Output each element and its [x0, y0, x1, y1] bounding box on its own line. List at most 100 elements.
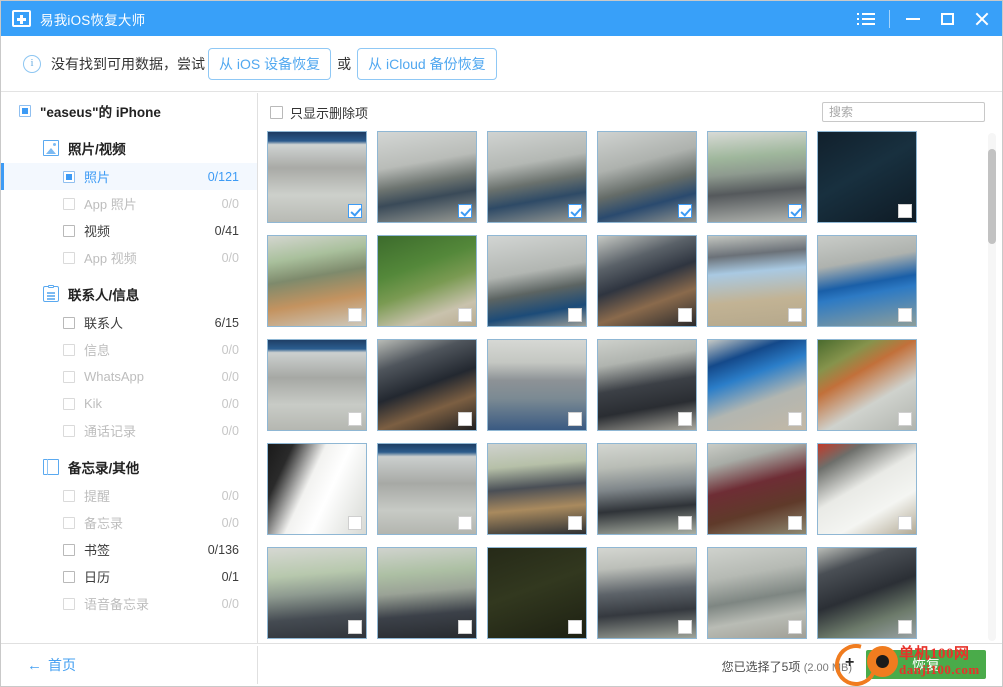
- thumbnail-checkbox[interactable]: [348, 412, 362, 426]
- recover-from-ios-device-button[interactable]: 从 iOS 设备恢复: [208, 47, 332, 80]
- thumbnail-checkbox[interactable]: [568, 412, 582, 426]
- thumbnail-item[interactable]: [707, 339, 807, 431]
- thumbnail-checkbox[interactable]: [458, 308, 472, 322]
- sidebar-group-contacts-messages[interactable]: 联系人/信息: [1, 279, 257, 309]
- item-checkbox[interactable]: [63, 316, 75, 329]
- thumbnail-checkbox[interactable]: [458, 412, 472, 426]
- thumbnail-item[interactable]: [597, 339, 697, 431]
- thumbnail-checkbox[interactable]: [348, 204, 362, 218]
- scrollbar-thumb[interactable]: [988, 149, 996, 244]
- recover-from-icloud-backup-button[interactable]: 从 iCloud 备份恢复: [357, 47, 497, 80]
- thumbnail-item[interactable]: [487, 339, 587, 431]
- thumbnail-checkbox[interactable]: [568, 620, 582, 634]
- sidebar-group-notes-others[interactable]: 备忘录/其他: [1, 452, 257, 482]
- close-button[interactable]: [964, 1, 998, 36]
- vertical-scrollbar[interactable]: [988, 133, 996, 641]
- sidebar-item-app-photos[interactable]: App 照片 0/0: [1, 190, 257, 217]
- thumbnail-checkbox[interactable]: [898, 204, 912, 218]
- device-checkbox[interactable]: [19, 105, 31, 117]
- thumbnail-item[interactable]: [267, 547, 367, 639]
- sidebar-item-call-history[interactable]: 通话记录 0/0: [1, 417, 257, 444]
- sidebar-device-row[interactable]: "easeus"的 iPhone: [1, 97, 257, 125]
- thumbnail-checkbox[interactable]: [348, 516, 362, 530]
- thumbnail-checkbox[interactable]: [898, 308, 912, 322]
- thumbnail-checkbox[interactable]: [788, 204, 802, 218]
- thumbnail-item[interactable]: [597, 235, 697, 327]
- thumbnail-item[interactable]: [487, 235, 587, 327]
- thumbnail-checkbox[interactable]: [898, 516, 912, 530]
- thumbnail-checkbox[interactable]: [788, 308, 802, 322]
- item-checkbox[interactable]: [63, 597, 75, 610]
- thumbnail-checkbox[interactable]: [678, 620, 692, 634]
- thumbnail-item[interactable]: [817, 131, 917, 223]
- sidebar-item-voice-memos[interactable]: 语音备忘录 0/0: [1, 590, 257, 617]
- thumbnail-item[interactable]: [707, 235, 807, 327]
- thumbnail-checkbox[interactable]: [348, 308, 362, 322]
- thumbnail-checkbox[interactable]: [678, 308, 692, 322]
- thumbnail-item[interactable]: [377, 547, 477, 639]
- thumbnail-item[interactable]: [707, 443, 807, 535]
- thumbnail-item[interactable]: [377, 443, 477, 535]
- sidebar-item-photos[interactable]: 照片 0/121: [1, 163, 257, 190]
- minimize-button[interactable]: [896, 1, 930, 36]
- item-checkbox[interactable]: [63, 170, 75, 183]
- sidebar-item-notes[interactable]: 备忘录 0/0: [1, 509, 257, 536]
- item-checkbox[interactable]: [63, 397, 75, 410]
- sidebar-item-videos[interactable]: 视频 0/41: [1, 217, 257, 244]
- thumbnail-checkbox[interactable]: [788, 412, 802, 426]
- thumbnail-checkbox[interactable]: [458, 204, 472, 218]
- sidebar-item-bookmarks[interactable]: 书签 0/136: [1, 536, 257, 563]
- thumbnail-checkbox[interactable]: [458, 620, 472, 634]
- item-checkbox[interactable]: [63, 570, 75, 583]
- thumbnail-item[interactable]: [707, 547, 807, 639]
- sidebar-item-calendar[interactable]: 日历 0/1: [1, 563, 257, 590]
- thumbnail-item[interactable]: [817, 235, 917, 327]
- home-link[interactable]: ← 首页: [27, 655, 76, 675]
- maximize-button[interactable]: [930, 1, 964, 36]
- thumbnail-checkbox[interactable]: [788, 516, 802, 530]
- search-input[interactable]: [822, 102, 985, 122]
- sidebar-item-app-videos[interactable]: App 视频 0/0: [1, 244, 257, 271]
- thumbnail-item[interactable]: [267, 339, 367, 431]
- thumbnail-checkbox[interactable]: [568, 308, 582, 322]
- thumbnail-checkbox[interactable]: [788, 620, 802, 634]
- thumbnail-checkbox[interactable]: [678, 412, 692, 426]
- sidebar-item-whatsapp[interactable]: WhatsApp 0/0: [1, 363, 257, 390]
- show-deleted-only-checkbox-row[interactable]: 只显示删除项: [270, 103, 368, 122]
- thumbnail-item[interactable]: [487, 547, 587, 639]
- thumbnail-checkbox[interactable]: [898, 412, 912, 426]
- item-checkbox[interactable]: [63, 343, 75, 356]
- item-checkbox[interactable]: [63, 197, 75, 210]
- item-checkbox[interactable]: [63, 224, 75, 237]
- thumbnail-item[interactable]: [377, 131, 477, 223]
- item-checkbox[interactable]: [63, 516, 75, 529]
- thumbnail-checkbox[interactable]: [568, 204, 582, 218]
- item-checkbox[interactable]: [63, 543, 75, 556]
- thumbnail-item[interactable]: [267, 235, 367, 327]
- thumbnail-item[interactable]: [707, 131, 807, 223]
- thumbnail-checkbox[interactable]: [458, 516, 472, 530]
- thumbnail-item[interactable]: [267, 131, 367, 223]
- thumbnail-item[interactable]: [817, 547, 917, 639]
- sidebar-item-messages[interactable]: 信息 0/0: [1, 336, 257, 363]
- show-deleted-only-checkbox[interactable]: [270, 105, 283, 119]
- thumbnail-checkbox[interactable]: [678, 516, 692, 530]
- sidebar-item-kik[interactable]: Kik 0/0: [1, 390, 257, 417]
- thumbnail-item[interactable]: [597, 131, 697, 223]
- thumbnail-item[interactable]: [817, 443, 917, 535]
- sidebar-group-photos-videos[interactable]: 照片/视频: [1, 133, 257, 163]
- thumbnail-item[interactable]: [377, 339, 477, 431]
- thumbnail-checkbox[interactable]: [678, 204, 692, 218]
- item-checkbox[interactable]: [63, 370, 75, 383]
- sidebar-item-contacts[interactable]: 联系人 6/15: [1, 309, 257, 336]
- thumbnail-checkbox[interactable]: [898, 620, 912, 634]
- recover-button[interactable]: 恢复: [866, 650, 986, 679]
- item-checkbox[interactable]: [63, 251, 75, 264]
- thumbnail-item[interactable]: [487, 443, 587, 535]
- item-checkbox[interactable]: [63, 424, 75, 437]
- thumbnail-item[interactable]: [267, 443, 367, 535]
- thumbnail-checkbox[interactable]: [348, 620, 362, 634]
- item-checkbox[interactable]: [63, 489, 75, 502]
- menu-button[interactable]: [849, 1, 883, 36]
- thumbnail-checkbox[interactable]: [568, 516, 582, 530]
